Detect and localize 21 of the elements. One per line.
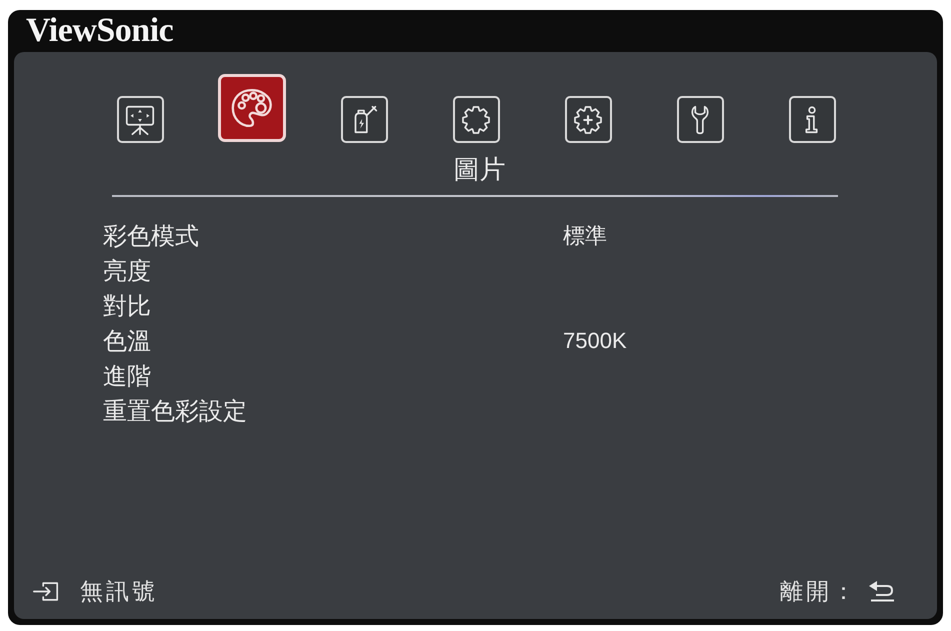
- setting-item[interactable]: 對比: [103, 290, 151, 322]
- input-source-icon: [32, 580, 60, 602]
- setting-item[interactable]: 色溫: [103, 324, 151, 356]
- menu-tab[interactable]: [564, 96, 612, 143]
- section-title: 圖片: [454, 155, 506, 185]
- menu-tab[interactable]: [452, 96, 500, 143]
- signal-status: 無訊號: [80, 578, 158, 606]
- setting-item[interactable]: 進階: [103, 360, 151, 392]
- menu-tab[interactable]: [340, 96, 388, 143]
- setting-item[interactable]: 彩色模式: [103, 220, 199, 252]
- setting-item[interactable]: 亮度: [103, 254, 151, 286]
- menu-tab[interactable]: [218, 74, 286, 142]
- menu-tab[interactable]: [676, 96, 724, 143]
- return-icon: [868, 580, 896, 602]
- setting-value: 標準: [563, 222, 607, 250]
- setting-value: 7500K: [563, 328, 627, 354]
- exit-hint: 離開：: [780, 578, 858, 606]
- brand-logo-text: ViewSonic: [26, 12, 174, 50]
- setting-item[interactable]: 重置色彩設定: [103, 394, 247, 426]
- menu-tab[interactable]: [788, 96, 836, 143]
- menu-tab[interactable]: [116, 96, 164, 143]
